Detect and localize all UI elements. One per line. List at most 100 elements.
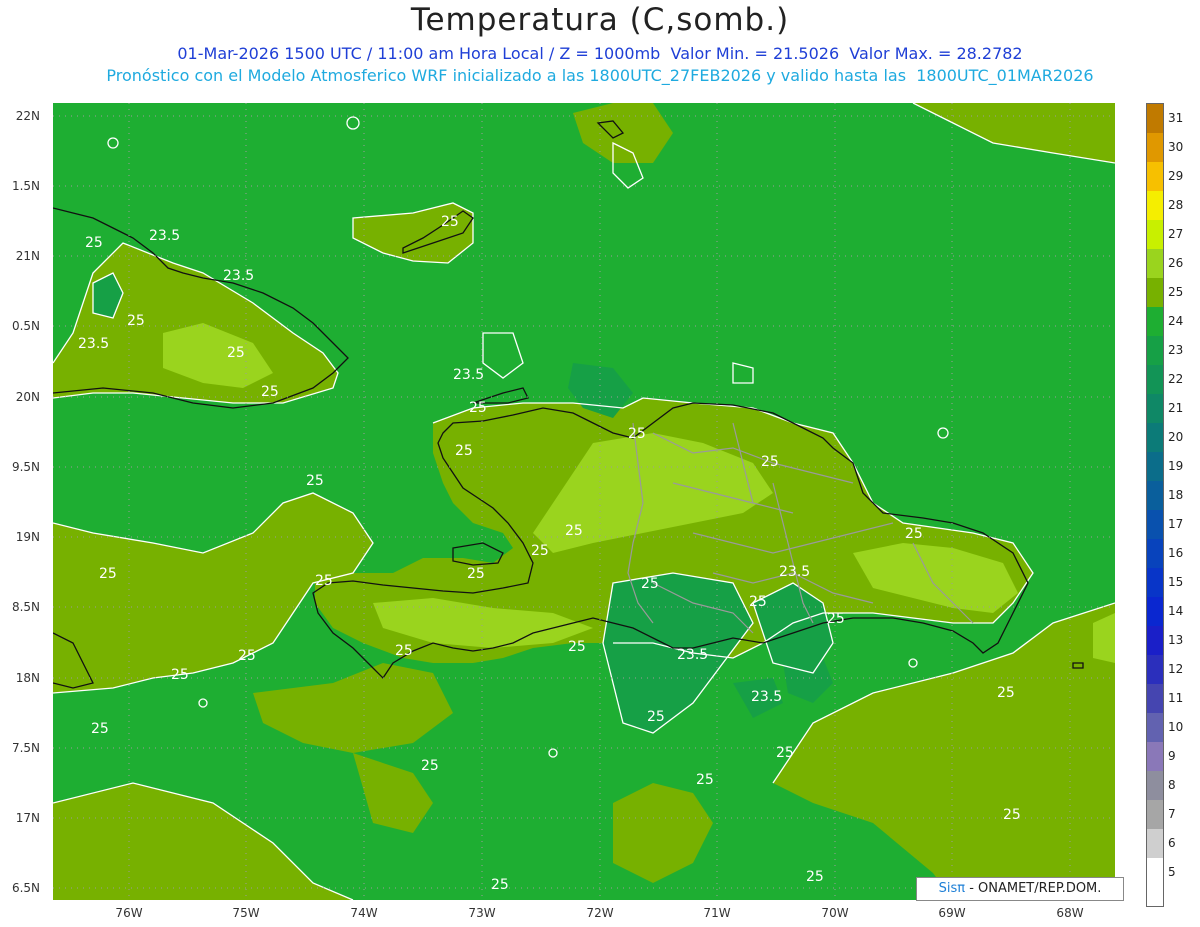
colorbar-label: 13 [1168,633,1184,647]
colorbar-label: 27 [1168,227,1184,241]
colorbar-swatch [1147,133,1163,162]
contour-label: 23.5 [453,367,484,383]
contour-label: 25 [261,384,279,400]
colorbar-swatch [1147,220,1163,249]
colorbar-label: 17 [1168,517,1184,531]
colorbar-swatch [1147,626,1163,655]
lat-label: 6.5N [11,881,40,895]
credit-box: Sisπ - ONAMET/REP.DOM. [916,877,1124,901]
contour-label: 25 [455,443,473,459]
lat-label: 9.5N [11,460,40,474]
lon-label: 74W [350,906,378,920]
lat-label: 0.5N [11,319,40,333]
lon-label: 76W [115,906,143,920]
colorbar-swatch [1147,452,1163,481]
colorbar-swatch [1147,278,1163,307]
lon-label: 69W [938,906,966,920]
contour-label: 25 [127,313,145,329]
contour-label: 25 [749,594,767,610]
colorbar-swatch [1147,307,1163,336]
colorbar-swatch [1147,423,1163,452]
colorbar-label: 14 [1168,604,1184,618]
colorbar-swatch [1147,655,1163,684]
colorbar-label: 18 [1168,488,1184,502]
colorbar-label: 9 [1168,749,1176,763]
colorbar-swatch [1147,800,1163,829]
contour-label: 25 [238,648,256,664]
temperature-map[interactable]: 25 23.5 25 23.5 25 23.5 25 25 23.5 25 25… [53,103,1115,900]
colorbar-label: 10 [1168,720,1184,734]
colorbar-swatch [1147,510,1163,539]
colorbar-label: 11 [1168,691,1184,705]
colorbar-swatch [1147,568,1163,597]
credit-pi: π [957,881,966,896]
colorbar-swatch [1147,771,1163,800]
contour-label: 25 [905,526,923,542]
contour-label: 23.5 [677,647,708,663]
contour-label: 25 [421,758,439,774]
contour-label: 25 [641,576,659,592]
lon-label: 71W [703,906,731,920]
contour-label: 25 [647,709,665,725]
lat-label: 22N [15,109,40,123]
colorbar-swatch [1147,336,1163,365]
contour-label: 25 [91,721,109,737]
colorbar-label: 23 [1168,343,1184,357]
colorbar-swatch [1147,249,1163,278]
colorbar-swatch [1147,481,1163,510]
colorbar-swatch [1147,713,1163,742]
contour-label: 25 [467,566,485,582]
lon-label: 72W [586,906,614,920]
colorbar-label: 6 [1168,836,1176,850]
colorbar-swatch [1147,365,1163,394]
colorbar-swatch [1147,539,1163,568]
contour-label: 23.5 [223,268,254,284]
colorbar-swatch [1147,597,1163,626]
lat-label: 7.5N [11,741,40,755]
contour-label: 25 [565,523,583,539]
contour-label: 25 [997,685,1015,701]
lat-label: 20N [15,390,40,404]
colorbar-swatch [1147,742,1163,771]
contour-label: 25 [315,573,333,589]
contour-label: 23.5 [78,336,109,352]
contour-label: 23.5 [149,228,180,244]
contour-label: 25 [761,454,779,470]
colorbar-label: 30 [1168,140,1184,154]
lat-label: 18N [15,671,40,685]
map-subtitle-time: 01-Mar-2026 1500 UTC / 11:00 am Hora Loc… [177,44,1023,63]
contour-label: 25 [776,745,794,761]
contour-label: 25 [395,643,413,659]
contour-label: 25 [99,566,117,582]
contour-label: 25 [1003,807,1021,823]
colorbar-label: 20 [1168,430,1184,444]
colorbar-label: 5 [1168,865,1176,879]
colorbar-label: 22 [1168,372,1184,386]
temperature-colorbar [1146,103,1164,907]
lat-label: 1.5N [11,179,40,193]
colorbar-label: 31 [1168,111,1184,125]
map-canvas: 25 23.5 25 23.5 25 23.5 25 25 23.5 25 25… [53,103,1115,900]
contour-label: 25 [469,400,487,416]
contour-label: 25 [827,611,845,627]
colorbar-label: 21 [1168,401,1184,415]
map-title: Temperatura (C,somb.) [410,2,790,38]
contour-label: 25 [441,214,459,230]
colorbar-swatch [1147,191,1163,220]
contour-label: 25 [696,772,714,788]
colorbar-label: 19 [1168,459,1184,473]
lon-label: 68W [1056,906,1084,920]
contour-label: 25 [227,345,245,361]
colorbar-label: 28 [1168,198,1184,212]
lat-label: 8.5N [11,600,40,614]
lon-label: 75W [232,906,260,920]
contour-label: 25 [531,543,549,559]
lat-label: 19N [15,530,40,544]
colorbar-label: 8 [1168,778,1176,792]
lon-label: 70W [821,906,849,920]
colorbar-label: 29 [1168,169,1184,183]
colorbar-swatch [1147,829,1163,858]
contour-label: 25 [568,639,586,655]
contour-label: 25 [306,473,324,489]
credit-brand: Sis [938,881,958,896]
